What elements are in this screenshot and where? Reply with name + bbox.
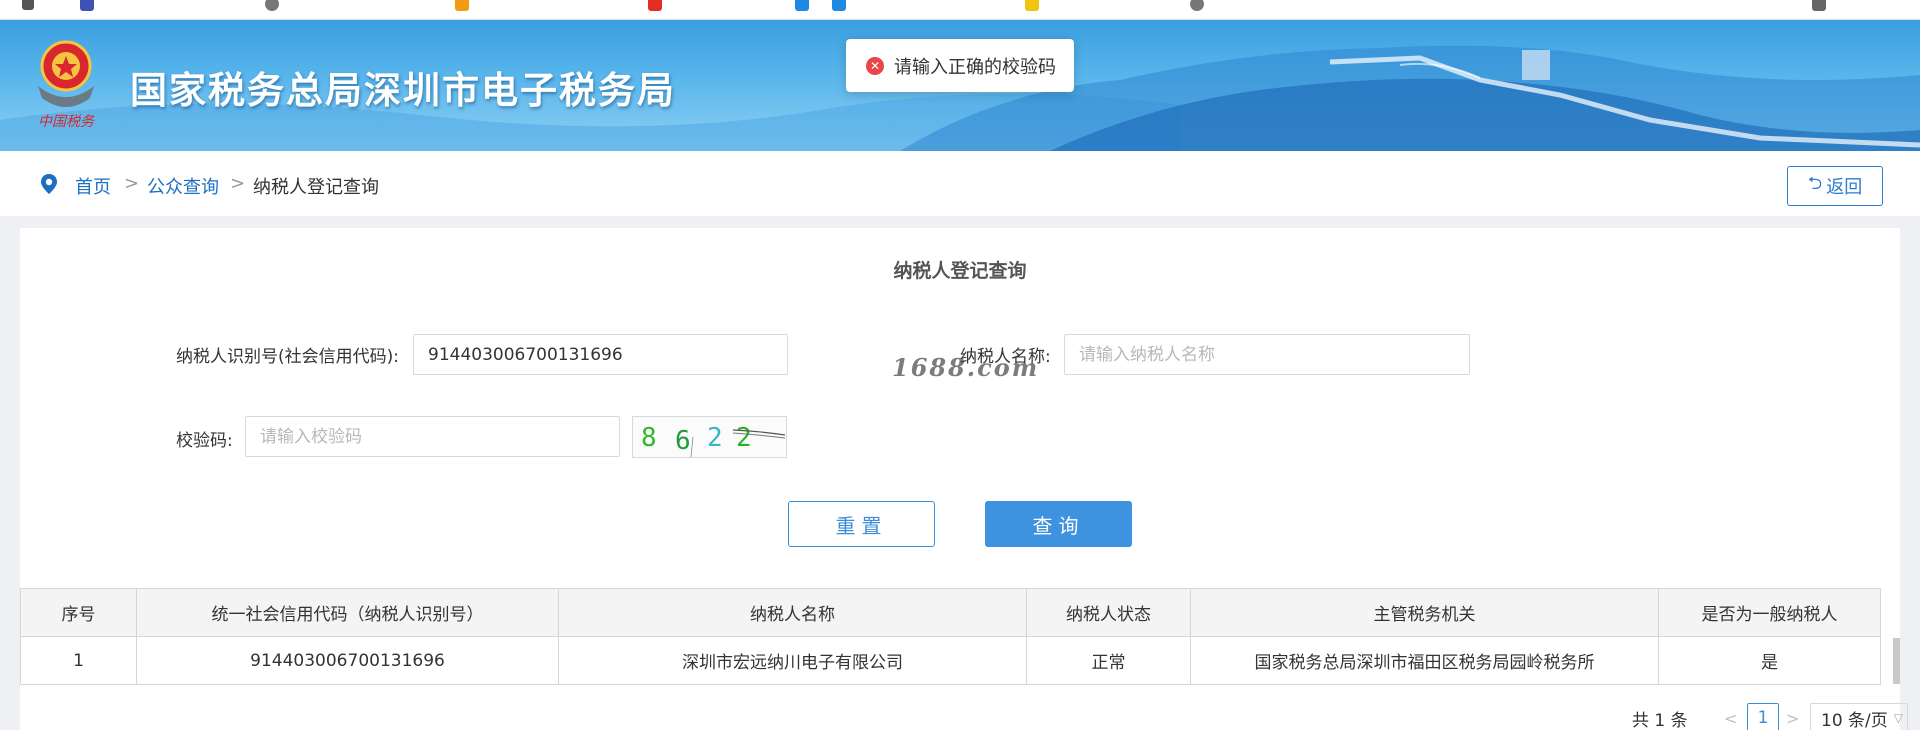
taxpayer-name-input[interactable] (1064, 334, 1470, 375)
bookmark-item[interactable] (795, 0, 809, 14)
return-arrow-icon: ⮌ (1807, 173, 1823, 194)
bookmark-item[interactable] (265, 0, 279, 14)
captcha-digit: 6 (675, 426, 691, 456)
bookmark-item[interactable] (1190, 0, 1204, 14)
chevron-down-icon: ▽ (1893, 711, 1903, 725)
pagination-page-1[interactable]: 1 (1747, 703, 1779, 730)
reset-button[interactable]: 重置 (788, 501, 935, 547)
col-header-general-taxpayer: 是否为一般纳税人 (1658, 588, 1881, 637)
emblem-text: 中国税务 (38, 114, 95, 130)
table-scrollbar[interactable] (1893, 638, 1900, 684)
cell-tax-authority: 国家税务总局深圳市福田区税务局园岭税务所 (1190, 636, 1659, 685)
captcha-input[interactable] (245, 416, 620, 457)
back-button-label: 返回 (1826, 177, 1863, 198)
table-header-row: 序号 统一社会信用代码（纳税人识别号） 纳税人名称 纳税人状态 主管税务机关 是… (20, 588, 1881, 637)
page-size-value: 10 条/页 (1821, 710, 1888, 730)
captcha-image[interactable]: 8 6 2 2 (632, 416, 787, 458)
bookmark-item[interactable] (80, 0, 94, 14)
tax-emblem-logo: 中国税务 (38, 40, 95, 130)
cell-credit-code: 914403006700131696 (136, 636, 559, 685)
chevron-right-icon[interactable]: > (1786, 703, 1799, 730)
captcha-digit: 2 (707, 423, 723, 453)
browser-bookmarks-bar (0, 0, 1920, 20)
chevron-left-icon[interactable]: < (1724, 703, 1737, 730)
page-size-select[interactable]: 10 条/页 ▽ (1810, 703, 1908, 730)
table-row: 1 914403006700131696 深圳市宏远纳川电子有限公司 正常 国家… (20, 636, 1881, 685)
site-title: 国家税务总局深圳市电子税务局 (130, 69, 676, 112)
cell-index: 1 (20, 636, 137, 685)
col-header-taxpayer-name: 纳税人名称 (558, 588, 1027, 637)
breadcrumb-public-query-link[interactable]: 公众查询 (147, 173, 219, 199)
col-header-index: 序号 (20, 588, 137, 637)
query-button[interactable]: 查询 (985, 501, 1132, 547)
bookmark-item[interactable] (455, 0, 469, 14)
cell-general-taxpayer: 是 (1658, 636, 1881, 685)
taxpayer-id-input[interactable] (413, 334, 788, 375)
bookmark-item[interactable] (648, 0, 662, 14)
taxpayer-name-label: 纳税人名称: (960, 347, 1051, 367)
toast-message: 请输入正确的校验码 (894, 56, 1056, 78)
cell-status: 正常 (1026, 636, 1191, 685)
back-button[interactable]: ⮌ 返回 (1787, 166, 1883, 206)
results-table: 序号 统一社会信用代码（纳税人识别号） 纳税人名称 纳税人状态 主管税务机关 是… (20, 588, 1881, 685)
cell-taxpayer-name: 深圳市宏远纳川电子有限公司 (558, 636, 1027, 685)
breadcrumb-separator: > (230, 173, 246, 194)
col-header-status: 纳税人状态 (1026, 588, 1191, 637)
bookmark-item[interactable] (1812, 0, 1826, 14)
pagination-total: 共 1 条 (1632, 710, 1688, 730)
taxpayer-id-label: 纳税人识别号(社会信用代码): (176, 347, 399, 367)
bookmark-item[interactable] (832, 0, 846, 14)
captcha-label: 校验码: (176, 431, 233, 451)
error-toast: ✕ 请输入正确的校验码 (846, 39, 1074, 92)
captcha-digit: 2 (736, 423, 752, 453)
query-panel: 纳税人登记查询 纳税人识别号(社会信用代码): 1688.com 纳税人名称: … (20, 228, 1908, 730)
bookmark-item[interactable] (1025, 0, 1039, 14)
col-header-tax-authority: 主管税务机关 (1190, 588, 1659, 637)
page-title: 纳税人登记查询 (893, 260, 1027, 282)
col-header-credit-code: 统一社会信用代码（纳税人识别号） (136, 588, 559, 637)
captcha-digit: 8 (641, 423, 657, 453)
error-circle-icon: ✕ (866, 56, 884, 75)
apps-grid-icon[interactable] (22, 0, 34, 14)
location-pin-icon (41, 174, 57, 194)
breadcrumb-current: 纳税人登记查询 (253, 177, 379, 198)
breadcrumb-separator: > (124, 173, 140, 194)
breadcrumb: 首页 > 公众查询 > 纳税人登记查询 ⮌ 返回 (0, 151, 1920, 216)
breadcrumb-home-link[interactable]: 首页 (75, 173, 111, 199)
